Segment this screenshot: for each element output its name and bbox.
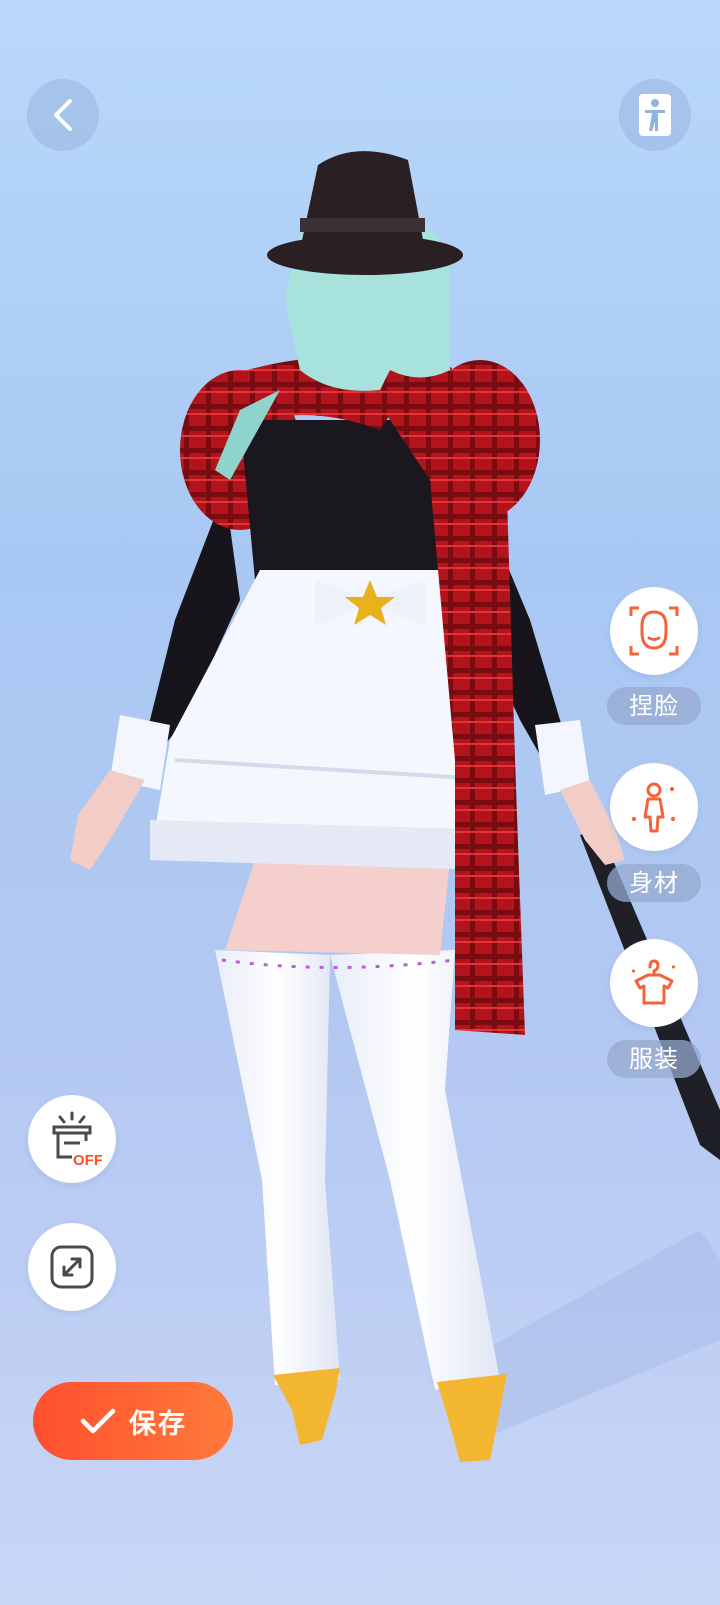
lighting-toggle-button[interactable]: OFF [28,1095,116,1183]
fullscreen-button[interactable] [28,1223,116,1311]
save-button[interactable]: 保存 [33,1382,233,1460]
chevron-left-icon [54,99,72,131]
hanger-shirt-icon [632,959,675,1005]
body-edit-button[interactable] [610,763,698,851]
lamp-off-icon: OFF [52,1111,102,1169]
back-button[interactable] [27,79,99,151]
light-off-badge: OFF [73,1152,102,1169]
outfit-edit-label[interactable]: 服装 [607,1040,701,1078]
pose-toggle-button[interactable] [619,79,691,151]
check-icon [80,1408,116,1434]
person-standing-icon [639,94,671,136]
body-figure-icon [632,782,675,833]
save-button-label: 保存 [129,1408,187,1440]
expand-arrows-icon [50,1245,94,1289]
face-outline-icon [629,606,679,656]
face-edit-label[interactable]: 捏脸 [607,687,701,725]
face-edit-button[interactable] [610,587,698,675]
body-edit-label[interactable]: 身材 [607,864,701,902]
outfit-edit-button[interactable] [610,939,698,1027]
